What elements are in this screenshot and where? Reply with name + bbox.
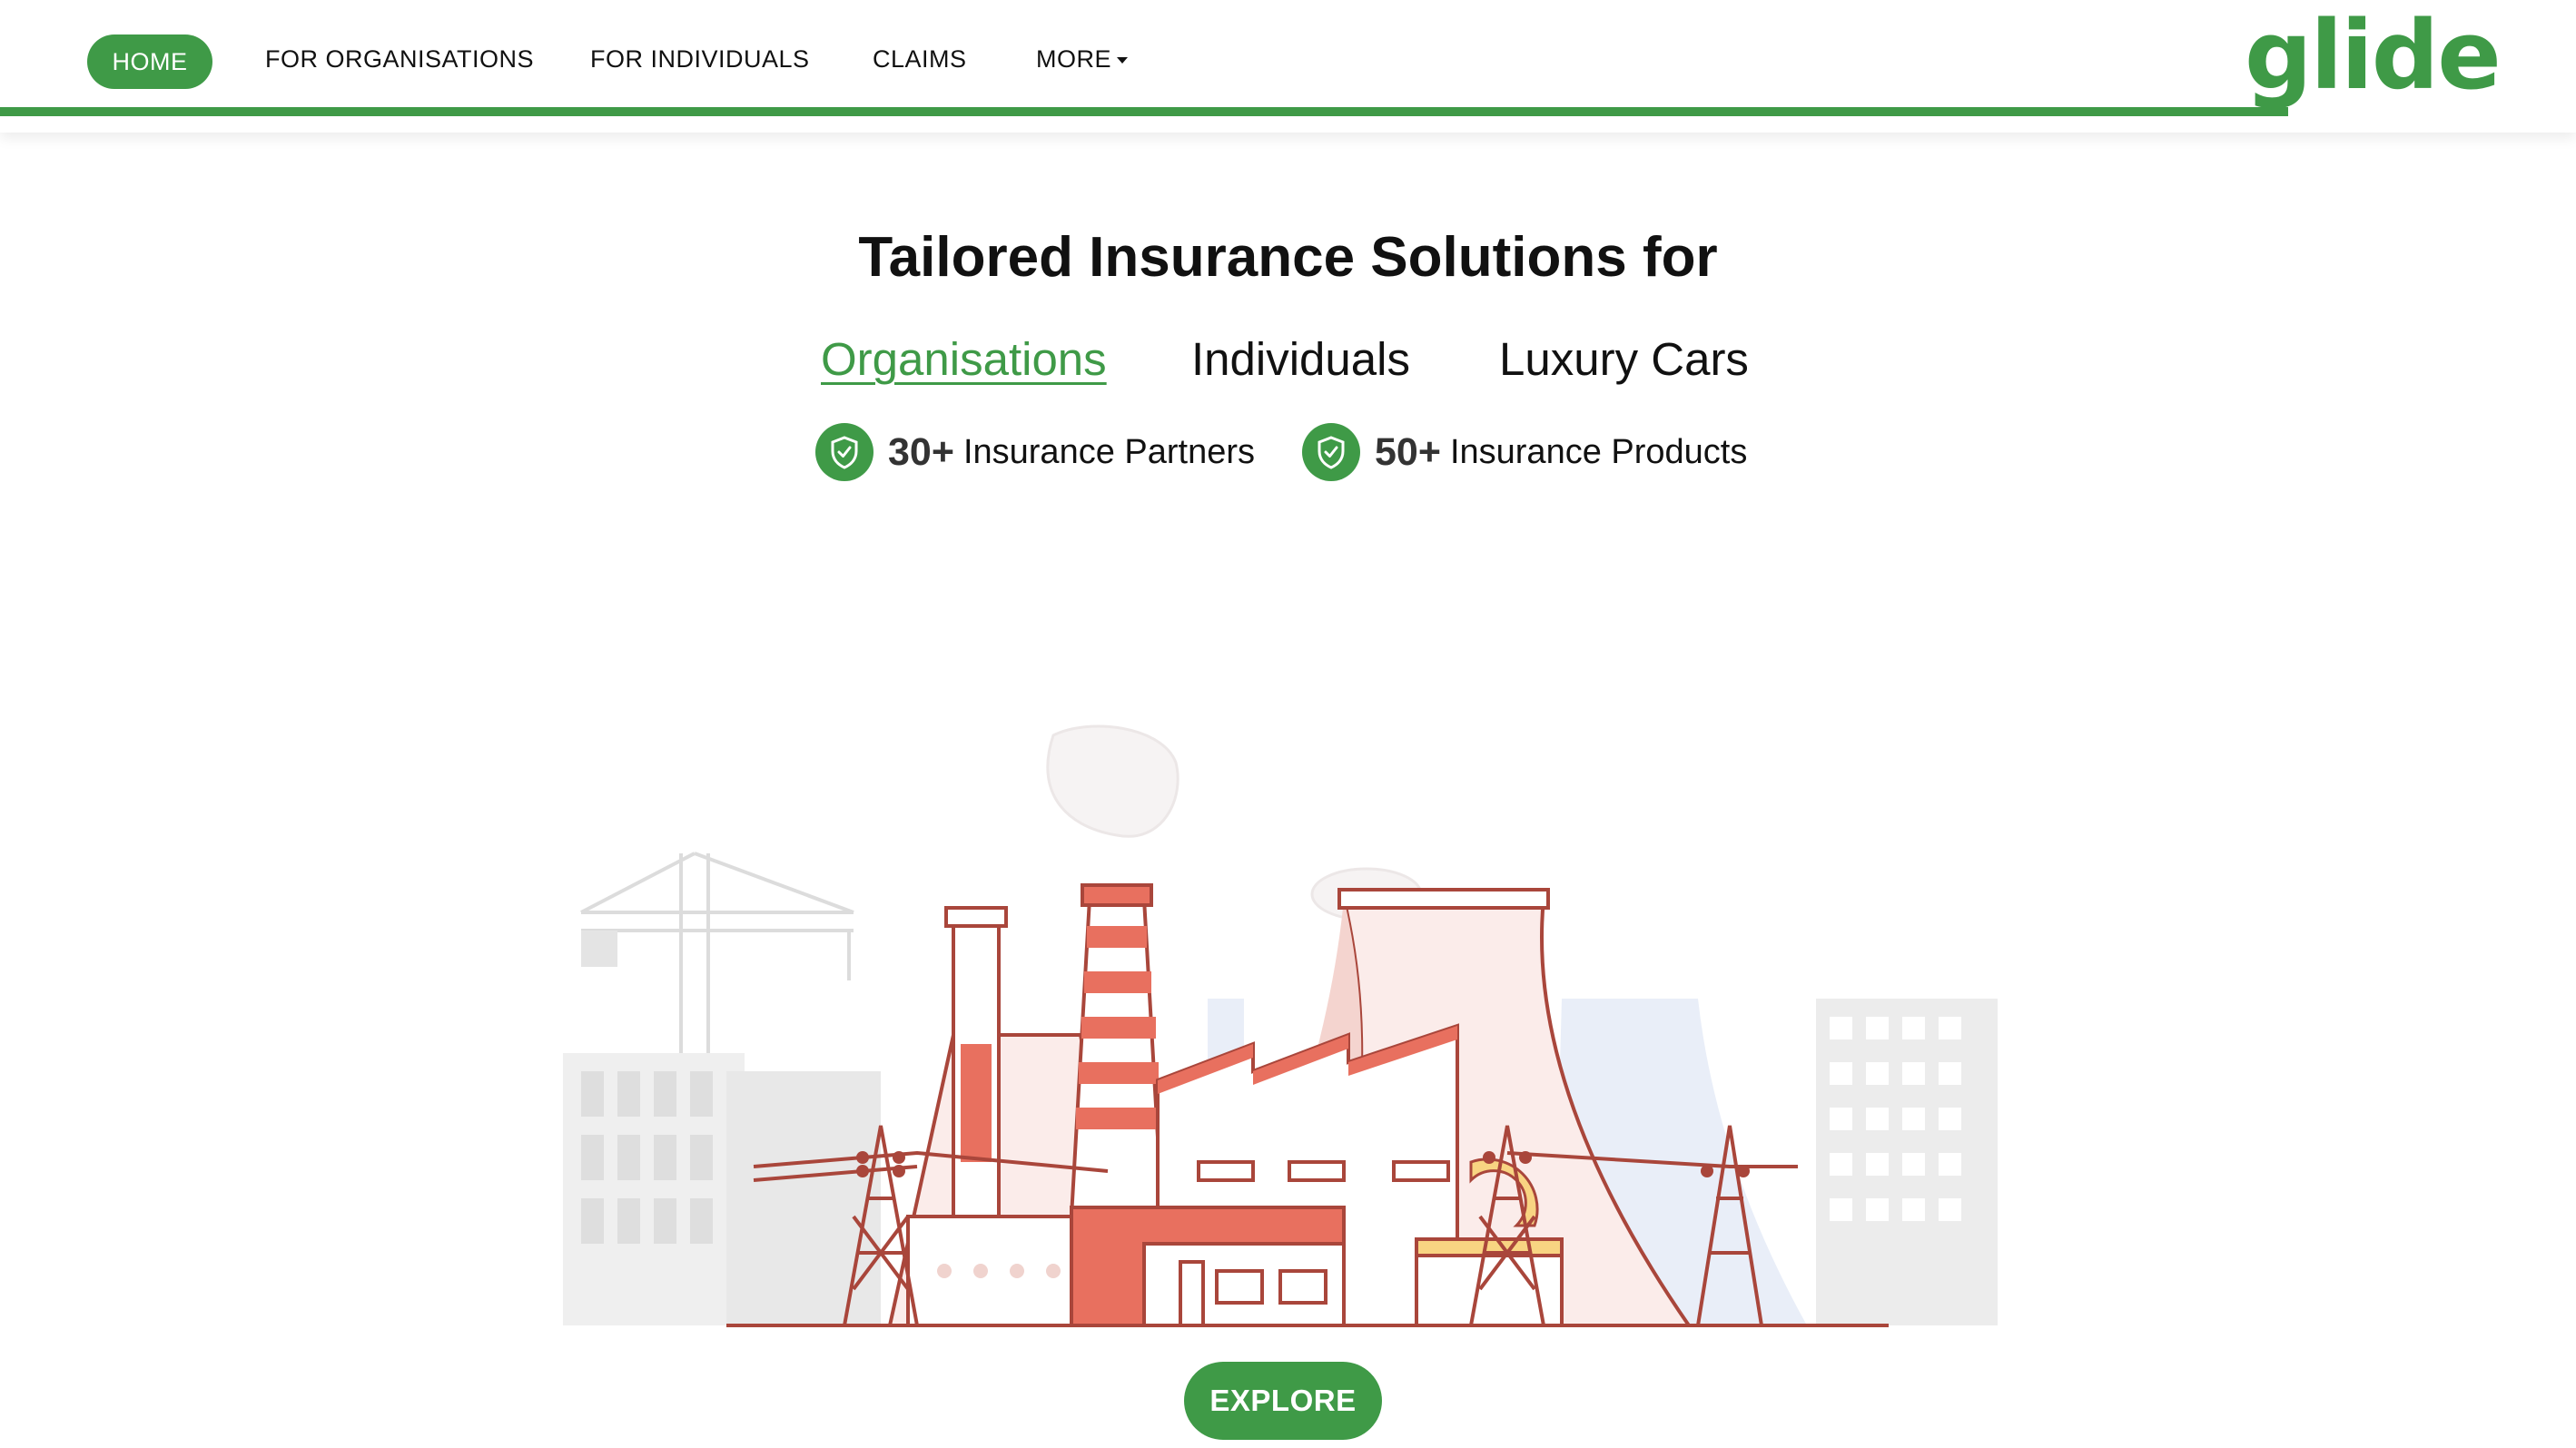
- stat-number: 50+: [1375, 429, 1441, 474]
- nav-more-label: MORE: [1036, 45, 1111, 73]
- stat-label: Insurance Partners: [962, 432, 1256, 471]
- tab-luxury-cars[interactable]: Luxury Cars: [1499, 332, 1749, 386]
- site-header: HOME FOR ORGANISATIONS FOR INDIVIDUALS C…: [0, 0, 2576, 133]
- stat-insurance-products: 50+ Insurance Products: [1302, 423, 1747, 481]
- tab-organisations[interactable]: Organisations: [821, 332, 1107, 386]
- nav-home[interactable]: HOME: [87, 34, 212, 89]
- explore-button[interactable]: EXPLORE: [1184, 1362, 1382, 1440]
- nav-for-organisations[interactable]: FOR ORGANISATIONS: [265, 45, 534, 74]
- stat-insurance-partners: 30+ Insurance Partners: [815, 423, 1255, 481]
- glide-logo[interactable]: glide: [2245, 4, 2502, 108]
- hero-title: Tailored Insurance Solutions for: [858, 226, 1718, 289]
- nav-more[interactable]: MORE: [1036, 45, 1128, 74]
- header-accent-line: [0, 107, 2288, 116]
- nav-claims[interactable]: CLAIMS: [873, 45, 967, 74]
- stat-label: Insurance Products: [1449, 432, 1748, 471]
- stat-number: 30+: [888, 429, 954, 474]
- factory-illustration: [508, 708, 2007, 1344]
- caret-down-icon: [1117, 57, 1128, 64]
- shield-check-icon: [815, 423, 873, 481]
- tab-individuals[interactable]: Individuals: [1191, 332, 1410, 386]
- nav-for-individuals[interactable]: FOR INDIVIDUALS: [590, 45, 810, 74]
- shield-check-icon: [1302, 423, 1360, 481]
